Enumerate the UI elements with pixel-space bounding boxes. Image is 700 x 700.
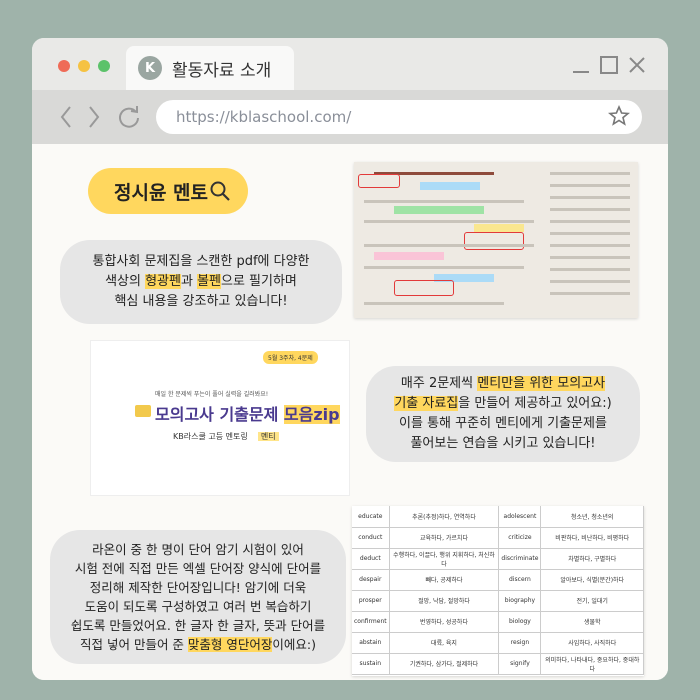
folder-icon: [135, 405, 151, 417]
bubble1-line2: 색상의 형광펜과 볼펜으로 필기하며: [105, 274, 297, 289]
promo-tagline: 매일 한 문제씩 푸는이 풀어 실력을 길러봐요!: [155, 391, 269, 398]
table-cell: 절망, 낙담, 절망하다: [389, 590, 500, 612]
table-cell: 번영하다, 성공하다: [389, 611, 500, 633]
close-icon[interactable]: [626, 54, 648, 76]
table-cell: educate: [352, 506, 390, 528]
table-cell: conduct: [352, 527, 390, 549]
tab-title: 활동자료 소개: [172, 60, 272, 81]
address-bar: https://kblaschool.com/: [32, 90, 668, 144]
maximize-icon[interactable]: [598, 54, 620, 76]
bubble3-line4: 도움이 되도록 구성하였고 여러 번 복습하기: [84, 599, 312, 614]
window-zoom-dot[interactable]: [98, 60, 110, 72]
reload-icon[interactable]: [116, 104, 142, 137]
table-cell: 기권하다, 삼가다, 절제하다: [389, 653, 500, 675]
description-bubble-1: 통합사회 문제집을 스캔한 pdf에 다양한 색상의 형광펜과 볼펜으로 필기하…: [60, 240, 342, 324]
bubble3-line3: 정리해 제작한 단어장입니다! 암기에 더욱: [89, 580, 307, 595]
promo-week-badge: 5월 3주차, 4문제: [263, 351, 318, 364]
table-cell: biology: [498, 611, 542, 633]
description-bubble-2: 매주 2문제씩 멘티만을 위한 모의고사 기출 자료집을 만들어 제공하고 있어…: [366, 366, 640, 462]
table-cell: 의미하다, 나타내다, 중요하다, 중대하다: [540, 653, 644, 675]
table-cell: deduct: [352, 548, 390, 570]
table-cell: 생물학: [540, 611, 644, 633]
table-cell: 알아보다, 식별(분간)하다: [540, 569, 644, 591]
table-cell: discern: [498, 569, 542, 591]
minimize-icon[interactable]: [570, 54, 592, 76]
table-cell: criticize: [498, 527, 542, 549]
page-content: 정시윤 멘토 통합사회 문제집을 스캔한 pdf에 다양한 색상의 형광펜과 볼…: [32, 144, 668, 680]
table-cell: 수행하다, 이끌다, 행위 지휘하다, 처신하다: [389, 548, 500, 570]
promo-title: 모의고사 기출문제 모음zip: [155, 405, 340, 424]
bubble2-line3: 이를 통해 꾸준히 멘티에게 기출문제를: [399, 416, 607, 431]
table-cell: prosper: [352, 590, 390, 612]
table-cell: 청소년, 청소년의: [540, 506, 644, 528]
promo-subtitle: KB라스쿨 고등 멘토링 멘티: [173, 431, 279, 442]
table-cell: abstain: [352, 632, 390, 654]
table-cell: signify: [498, 653, 542, 675]
table-cell: 교육하다, 가르치다: [389, 527, 500, 549]
table-cell: 전기, 일대기: [540, 590, 644, 612]
highlight-pen: 볼펜: [197, 274, 221, 289]
table-cell: 비판하다, 비난하다, 비평하다: [540, 527, 644, 549]
bubble2-line2: 기출 자료집을 만들어 제공하고 있어요:): [394, 396, 612, 411]
window-close-dot[interactable]: [58, 60, 70, 72]
table-row: abstain 대륙, 육지 resign 사임하다, 사직하다: [352, 632, 644, 654]
chevron-left-icon[interactable]: [58, 104, 74, 137]
table-cell: 사임하다, 사직하다: [540, 632, 644, 654]
table-cell: 빼다, 공제하다: [389, 569, 500, 591]
mentor-title-pill: 정시윤 멘토: [88, 168, 248, 214]
table-cell: 대륙, 육지: [389, 632, 500, 654]
page-title: 정시윤 멘토: [114, 181, 209, 204]
bubble1-line1: 통합사회 문제집을 스캔한 pdf에 다양한: [92, 254, 310, 269]
vocab-table: educate 추론(추정)하다, 연역하다 adolescent 청소년, 청소년의…: [352, 506, 644, 675]
title-bar: K 활동자료 소개: [32, 38, 668, 90]
table-cell: biography: [498, 590, 542, 612]
description-bubble-3: 라온이 중 한 명이 단어 암기 시험이 있어 시험 전에 직접 만든 엑셀 단…: [50, 530, 346, 664]
table-cell: resign: [498, 632, 542, 654]
table-row: prosper 절망, 낙담, 절망하다 biography 전기, 일대기: [352, 590, 644, 612]
bubble1-line3: 핵심 내용을 강조하고 있습니다!: [114, 294, 288, 309]
bubble3-line1: 라온이 중 한 명이 단어 암기 시험이 있어: [92, 542, 304, 557]
table-row: conduct 교육하다, 가르치다 criticize 비판하다, 비난하다, 비평…: [352, 527, 644, 549]
bubble3-line6: 직접 넣어 만들어 준 맞춤형 영단어장이에요:): [80, 637, 316, 652]
chevron-right-icon[interactable]: [86, 104, 102, 137]
url-field[interactable]: https://kblaschool.com/: [156, 100, 642, 134]
table-row: sustain 기권하다, 삼가다, 절제하다 signify 의미하다, 나타내다,…: [352, 653, 644, 675]
table-cell: despair: [352, 569, 390, 591]
browser-window: K 활동자료 소개 https://kblaschool.com/ 정시윤 멘토…: [32, 38, 668, 680]
bubble3-line5: 쉽도록 만들었어요. 한 글자 한 글자, 뜻과 단어를: [70, 618, 326, 633]
mock-exam-promo-card: 5월 3주차, 4문제 매일 한 문제씩 푸는이 풀어 실력을 길러봐요! 모의…: [90, 340, 350, 496]
star-icon[interactable]: [607, 104, 631, 132]
table-row: deduct 수행하다, 이끌다, 행위 지휘하다, 처신하다 discrimina…: [352, 548, 644, 570]
vocabulary-sheet: educate 추론(추정)하다, 연역하다 adolescent 청소년, 청소년의…: [352, 506, 644, 676]
textbook-highlight-photo: [354, 162, 638, 318]
table-cell: discriminate: [498, 548, 542, 570]
table-cell: 추론(추정)하다, 연역하다: [389, 506, 500, 528]
table-cell: adolescent: [498, 506, 542, 528]
highlight-highlighter: 형광펜: [145, 274, 181, 289]
search-icon: [210, 181, 230, 201]
bubble3-line2: 시험 전에 직접 만든 엑셀 단어장 양식에 단어를: [74, 561, 322, 576]
url-text: https://kblaschool.com/: [176, 108, 352, 126]
browser-tab[interactable]: K 활동자료 소개: [126, 46, 294, 90]
table-cell: 차별하다, 구별하다: [540, 548, 644, 570]
bubble2-line1: 매주 2문제씩 멘티만을 위한 모의고사: [400, 376, 606, 391]
bubble2-line4: 풀어보는 연습을 시키고 있습니다!: [410, 436, 596, 451]
tab-favicon: K: [138, 56, 162, 80]
table-row: educate 추론(추정)하다, 연역하다 adolescent 청소년, 청소년의: [352, 506, 644, 528]
table-cell: confirment: [352, 611, 390, 633]
window-minimize-dot[interactable]: [78, 60, 90, 72]
table-row: despair 빼다, 공제하다 discern 알아보다, 식별(분간)하다: [352, 569, 644, 591]
table-row: confirment 번영하다, 성공하다 biology 생물학: [352, 611, 644, 633]
table-cell: sustain: [352, 653, 390, 675]
